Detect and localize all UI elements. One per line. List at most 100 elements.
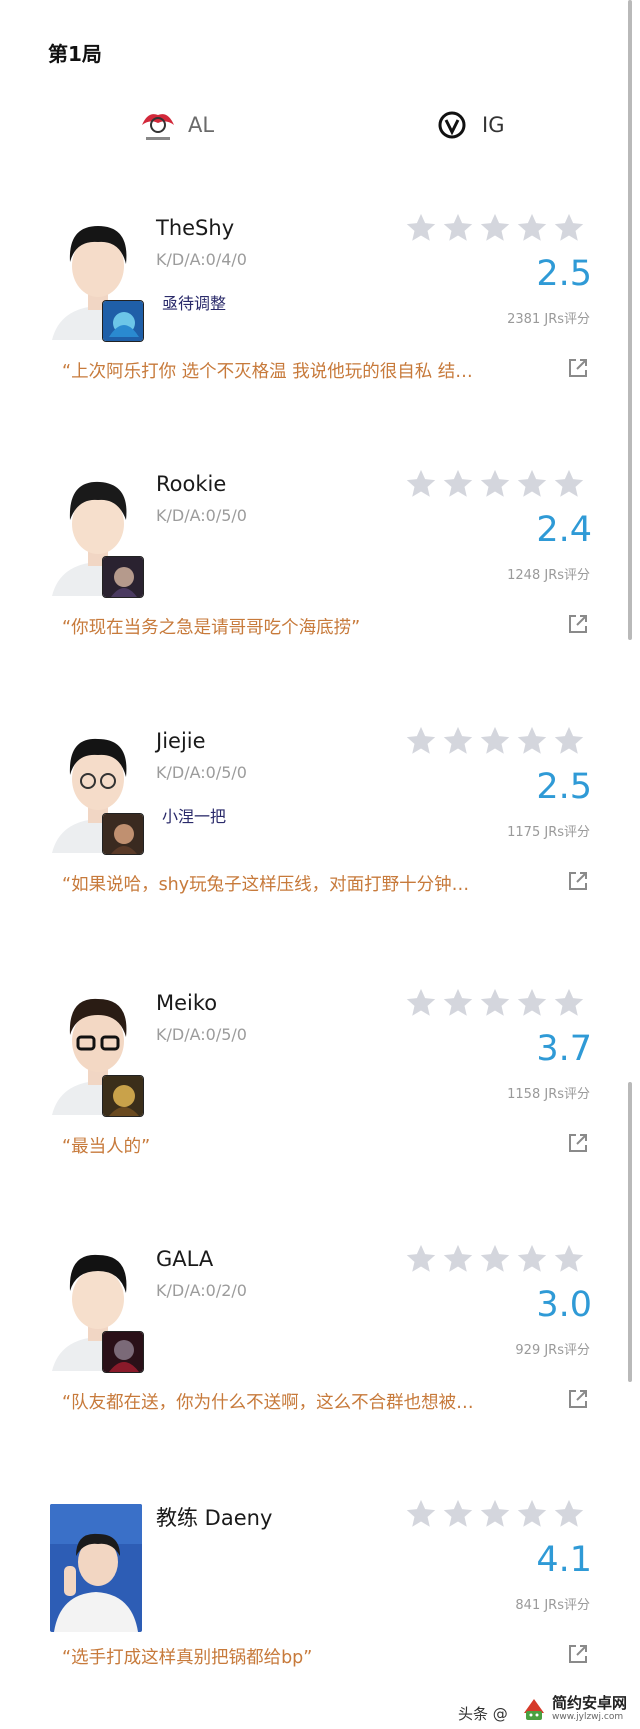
- top-comment[interactable]: “你现在当务之急是请哥哥吃个海底捞”: [62, 614, 522, 639]
- champion-icon: [102, 1331, 144, 1373]
- star-icon[interactable]: [514, 985, 550, 1021]
- player-kda: K/D/A:0/4/0: [156, 250, 247, 269]
- player-card: Rookie K/D/A:0/5/0 2.4 1248 JRs评分 “你现在当务…: [0, 466, 600, 726]
- rating-stars[interactable]: [403, 466, 588, 502]
- share-icon[interactable]: [566, 1387, 590, 1411]
- champion-icon: [102, 556, 144, 598]
- champion-icon: [102, 300, 144, 342]
- top-comment[interactable]: “最当人的”: [62, 1133, 522, 1158]
- team-left-name: AL: [188, 113, 215, 137]
- player-name: Meiko: [156, 991, 218, 1015]
- player-card: GALA K/D/A:0/2/0 3.0 929 JRs评分 “队友都在送，你为…: [0, 1241, 600, 1501]
- star-icon[interactable]: [440, 1496, 476, 1532]
- star-icon[interactable]: [551, 1241, 587, 1277]
- share-icon[interactable]: [566, 1642, 590, 1666]
- player-tagline: 小涅一把: [162, 807, 227, 826]
- jrs-count: 841 JRs评分: [515, 1598, 590, 1613]
- star-icon[interactable]: [403, 466, 439, 502]
- rating-stars[interactable]: [403, 210, 588, 246]
- star-icon[interactable]: [551, 985, 587, 1021]
- star-icon[interactable]: [477, 985, 513, 1021]
- scrollbar-top[interactable]: [628, 0, 632, 640]
- jrs-count: 1175 JRs评分: [507, 825, 590, 840]
- player-name: GALA: [156, 1247, 214, 1271]
- star-icon[interactable]: [477, 1241, 513, 1277]
- coach-avatar[interactable]: [50, 1504, 142, 1632]
- champion-icon: [102, 1075, 144, 1117]
- rating-stars[interactable]: [403, 723, 588, 759]
- star-icon[interactable]: [514, 1241, 550, 1277]
- top-comment[interactable]: “如果说哈，shy玩兔子这样压线，对面打野十分钟…: [62, 871, 522, 896]
- star-icon[interactable]: [551, 1496, 587, 1532]
- rating-stars[interactable]: [403, 985, 588, 1021]
- watermark-url: www.jylzwj.com: [552, 1712, 624, 1722]
- jrs-count: 1248 JRs评分: [507, 568, 590, 583]
- page-title: 第1局: [48, 42, 102, 66]
- team-left[interactable]: AL: [138, 100, 214, 150]
- rating-stars[interactable]: [403, 1241, 588, 1277]
- star-icon[interactable]: [514, 466, 550, 502]
- ig-logo-icon: [432, 105, 472, 145]
- star-icon[interactable]: [440, 985, 476, 1021]
- star-icon[interactable]: [551, 210, 587, 246]
- star-icon[interactable]: [477, 210, 513, 246]
- star-icon[interactable]: [403, 1496, 439, 1532]
- player-rating: 2.5: [536, 254, 592, 294]
- star-icon[interactable]: [440, 466, 476, 502]
- player-card: Jiejie K/D/A:0/5/0 小涅一把 2.5 1175 JRs评分 “…: [0, 723, 600, 983]
- player-name: TheShy: [156, 216, 235, 240]
- star-icon[interactable]: [403, 985, 439, 1021]
- star-icon[interactable]: [440, 1241, 476, 1277]
- star-icon[interactable]: [477, 466, 513, 502]
- star-icon[interactable]: [477, 723, 513, 759]
- star-icon[interactable]: [403, 1241, 439, 1277]
- player-kda: K/D/A:0/5/0: [156, 763, 247, 782]
- star-icon[interactable]: [440, 210, 476, 246]
- android-logo-icon: [520, 1695, 548, 1723]
- player-kda: K/D/A:0/5/0: [156, 506, 247, 525]
- share-icon[interactable]: [566, 612, 590, 636]
- share-icon[interactable]: [566, 1131, 590, 1155]
- player-rating: 2.5: [536, 767, 592, 807]
- champion-icon: [102, 813, 144, 855]
- jrs-count: 1158 JRs评分: [507, 1087, 590, 1102]
- share-icon[interactable]: [566, 356, 590, 380]
- player-rating: 3.7: [536, 1029, 592, 1069]
- scrollbar-thumb[interactable]: [628, 1082, 632, 1382]
- player-kda: K/D/A:0/5/0: [156, 1025, 247, 1044]
- star-icon[interactable]: [551, 723, 587, 759]
- player-name: Rookie: [156, 472, 227, 496]
- player-card: 教练 Daeny 4.1 841 JRs评分 “选手打成这样真别把锅都给bp”: [0, 1496, 600, 1729]
- player-tagline: 亟待调整: [162, 294, 227, 313]
- al-logo-icon: [138, 105, 178, 145]
- star-icon[interactable]: [514, 723, 550, 759]
- share-icon[interactable]: [566, 869, 590, 893]
- player-card: TheShy K/D/A:0/4/0 亟待调整 2.5 2381 JRs评分 “…: [0, 210, 600, 470]
- player-rating: 2.4: [536, 510, 592, 550]
- player-rating: 3.0: [536, 1285, 592, 1325]
- footer-source: 头条 @: [458, 1705, 508, 1723]
- player-name: Jiejie: [156, 729, 206, 753]
- star-icon[interactable]: [403, 723, 439, 759]
- star-icon[interactable]: [440, 723, 476, 759]
- star-icon[interactable]: [514, 210, 550, 246]
- top-comment[interactable]: “队友都在送，你为什么不送啊，这么不合群也想被…: [62, 1389, 522, 1414]
- player-name: 教练 Daeny: [156, 1506, 273, 1530]
- star-icon[interactable]: [477, 1496, 513, 1532]
- team-right[interactable]: IG: [432, 100, 504, 150]
- player-kda: K/D/A:0/2/0: [156, 1281, 247, 1300]
- star-icon[interactable]: [403, 210, 439, 246]
- star-icon[interactable]: [551, 466, 587, 502]
- player-rating: 4.1: [536, 1540, 592, 1580]
- team-right-name: IG: [482, 113, 505, 137]
- jrs-count: 2381 JRs评分: [507, 312, 590, 327]
- star-icon[interactable]: [514, 1496, 550, 1532]
- watermark-name: 简约安卓网: [552, 1694, 628, 1712]
- jrs-count: 929 JRs评分: [515, 1343, 590, 1358]
- player-card: Meiko K/D/A:0/5/0 3.7 1158 JRs评分 “最当人的”: [0, 985, 600, 1245]
- watermark: 简约安卓网 www.jylzwj.com: [520, 1692, 636, 1726]
- rating-stars[interactable]: [403, 1496, 588, 1532]
- team-header: AL IG: [0, 100, 640, 150]
- top-comment[interactable]: “选手打成这样真别把锅都给bp”: [62, 1644, 522, 1669]
- top-comment[interactable]: “上次阿乐打你 选个不灭格温 我说他玩的很自私 结…: [62, 358, 522, 383]
